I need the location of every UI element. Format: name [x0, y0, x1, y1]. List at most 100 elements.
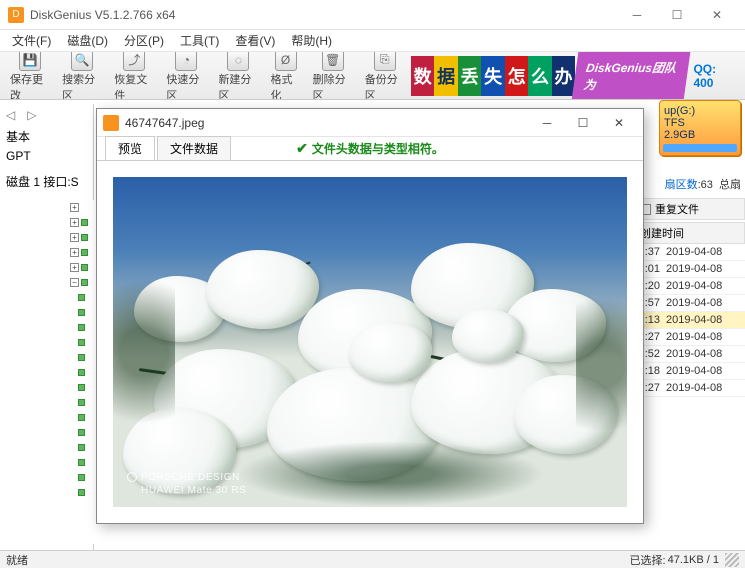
menu-view[interactable]: 查看(V) [227, 30, 283, 51]
recover-files-button[interactable]: ⤴恢复文件 [108, 52, 160, 100]
column-ctime[interactable]: 创建时间 [635, 222, 745, 244]
menu-file[interactable]: 文件(F) [4, 30, 59, 51]
disk-line: 磁盘 1 接口:S [6, 173, 87, 190]
table-row[interactable]: :372019-04-08 [635, 244, 745, 261]
preview-title: 46747647.jpeg [125, 116, 529, 130]
menu-tools[interactable]: 工具(T) [172, 30, 227, 51]
tree-expand-icon[interactable]: + [70, 203, 79, 212]
tree-expand-icon[interactable]: + [70, 263, 79, 272]
tree-node-icon [78, 369, 85, 376]
maximize-button[interactable]: ☐ [657, 1, 697, 29]
table-row[interactable]: :182019-04-08 [635, 363, 745, 380]
file-table-fragment: 重复文件 创建时间 :372019-04-08:012019-04-08:202… [635, 198, 745, 397]
tab-filedata[interactable]: 文件数据 [157, 136, 231, 160]
tree-node-icon [81, 219, 88, 226]
delete-partition-button[interactable]: 🗑删除分区 [307, 52, 359, 100]
tree-collapse-icon[interactable]: − [70, 278, 79, 287]
qq-contact: QQ: 400 [687, 62, 741, 90]
label-basic: 基本 [6, 128, 87, 145]
format-icon: Ø [275, 52, 297, 71]
save-icon: 💾 [19, 52, 41, 71]
cell-date: 2019-04-08 [663, 261, 745, 277]
partition-graphic[interactable]: up(G:) TFS 2.9GB [659, 100, 741, 156]
quick-icon: ◔ [175, 52, 197, 71]
toolbar: 💾保存更改 🔍搜索分区 ⤴恢复文件 ◔快速分区 ◌新建分区 Ø格式化 🗑删除分区… [0, 52, 745, 100]
image-watermark: PORSCHE DESIGN HUAWEI Mate 30 RS [127, 472, 246, 497]
nav-back-icon[interactable]: ◁ [6, 108, 15, 122]
new-label: 新建分区 [218, 71, 258, 101]
tree-expand-icon[interactable]: + [70, 248, 79, 257]
table-row[interactable]: :572019-04-08 [635, 295, 745, 312]
recover-label: 恢复文件 [114, 71, 154, 101]
tree-node-icon [78, 384, 85, 391]
preview-window: 46747647.jpeg ─ ☐ ✕ 预览 文件数据 ✔文件头数据与类型相符。 [96, 108, 644, 524]
preview-maximize-button[interactable]: ☐ [565, 111, 601, 135]
tree-node-icon [78, 489, 85, 496]
banner-char-1: 数 [411, 56, 434, 96]
promo-banner: 数 据 丢 失 怎 么 办 DiskGenius团队为 QQ: 400 [411, 52, 741, 100]
format-label: 格式化 [271, 71, 301, 101]
watermark-line2: HUAWEI Mate 30 RS [141, 485, 246, 496]
table-row[interactable]: :202019-04-08 [635, 278, 745, 295]
cell-date: 2019-04-08 [663, 380, 745, 396]
tree-node-icon [81, 279, 88, 286]
dup-label: 重复文件 [655, 201, 699, 217]
tab-preview[interactable]: 预览 [105, 136, 155, 160]
nav-fwd-icon[interactable]: ▷ [27, 108, 36, 122]
banner-char-7: 办 [552, 56, 575, 96]
tree-expand-icon[interactable]: + [70, 218, 79, 227]
preview-minimize-button[interactable]: ─ [529, 111, 565, 135]
quick-partition-button[interactable]: ◔快速分区 [160, 52, 212, 100]
app-title: DiskGenius V5.1.2.766 x64 [30, 8, 617, 22]
close-button[interactable]: ✕ [697, 1, 737, 29]
tree-node-icon [78, 339, 85, 346]
cell-date: 2019-04-08 [663, 363, 745, 379]
header-match-status: ✔文件头数据与类型相符。 [296, 140, 444, 157]
format-button[interactable]: Ø格式化 [265, 52, 307, 100]
titlebar: D DiskGenius V5.1.2.766 x64 ─ ☐ ✕ [0, 0, 745, 30]
tree-node-icon [78, 354, 85, 361]
tree-node-icon [78, 414, 85, 421]
tree-gutter: + + + + + − [64, 200, 94, 544]
menu-disk[interactable]: 磁盘(D) [59, 30, 116, 51]
save-button[interactable]: 💾保存更改 [4, 52, 56, 100]
cell-date: 2019-04-08 [663, 244, 745, 260]
backup-icon: ⎘ [374, 52, 396, 71]
search-label: 搜索分区 [62, 71, 102, 101]
sector-value: :63 [698, 179, 713, 191]
new-partition-button[interactable]: ◌新建分区 [212, 52, 264, 100]
check-icon: ✔ [296, 140, 308, 157]
cell-date: 2019-04-08 [663, 278, 745, 294]
table-row[interactable]: :272019-04-08 [635, 380, 745, 397]
tree-expand-icon[interactable]: + [70, 233, 79, 242]
search-partition-button[interactable]: 🔍搜索分区 [56, 52, 108, 100]
status-selected-value: 47.1KB / 1 [668, 554, 719, 566]
table-row[interactable]: :132019-04-08 [635, 312, 745, 329]
watermark-ring-icon [127, 472, 137, 482]
column-dup[interactable]: 重复文件 [635, 198, 745, 220]
banner-char-6: 么 [528, 56, 551, 96]
tree-node-icon [78, 399, 85, 406]
menu-partition[interactable]: 分区(P) [116, 30, 172, 51]
backup-label: 备份分区 [365, 71, 405, 101]
table-row[interactable]: :272019-04-08 [635, 329, 745, 346]
preview-titlebar[interactable]: 46747647.jpeg ─ ☐ ✕ [97, 109, 643, 137]
sector-label: 扇区数 [665, 179, 698, 191]
menu-help[interactable]: 帮助(H) [283, 30, 340, 51]
new-icon: ◌ [227, 52, 249, 71]
status-ready: 就绪 [6, 552, 28, 568]
status-selected-label: 已选择: [630, 552, 666, 568]
preview-close-button[interactable]: ✕ [601, 111, 637, 135]
table-row[interactable]: :012019-04-08 [635, 261, 745, 278]
label-gpt: GPT [6, 149, 87, 163]
tree-node-icon [78, 459, 85, 466]
recover-icon: ⤴ [123, 52, 145, 71]
partition-usage-bar [663, 144, 737, 152]
banner-char-3: 丢 [458, 56, 481, 96]
backup-partition-button[interactable]: ⎘备份分区 [359, 52, 411, 100]
watermark-line1: PORSCHE DESIGN [141, 472, 240, 483]
minimize-button[interactable]: ─ [617, 1, 657, 29]
table-row[interactable]: :522019-04-08 [635, 346, 745, 363]
tree-node-icon [78, 444, 85, 451]
resize-grip-icon[interactable] [725, 553, 739, 567]
